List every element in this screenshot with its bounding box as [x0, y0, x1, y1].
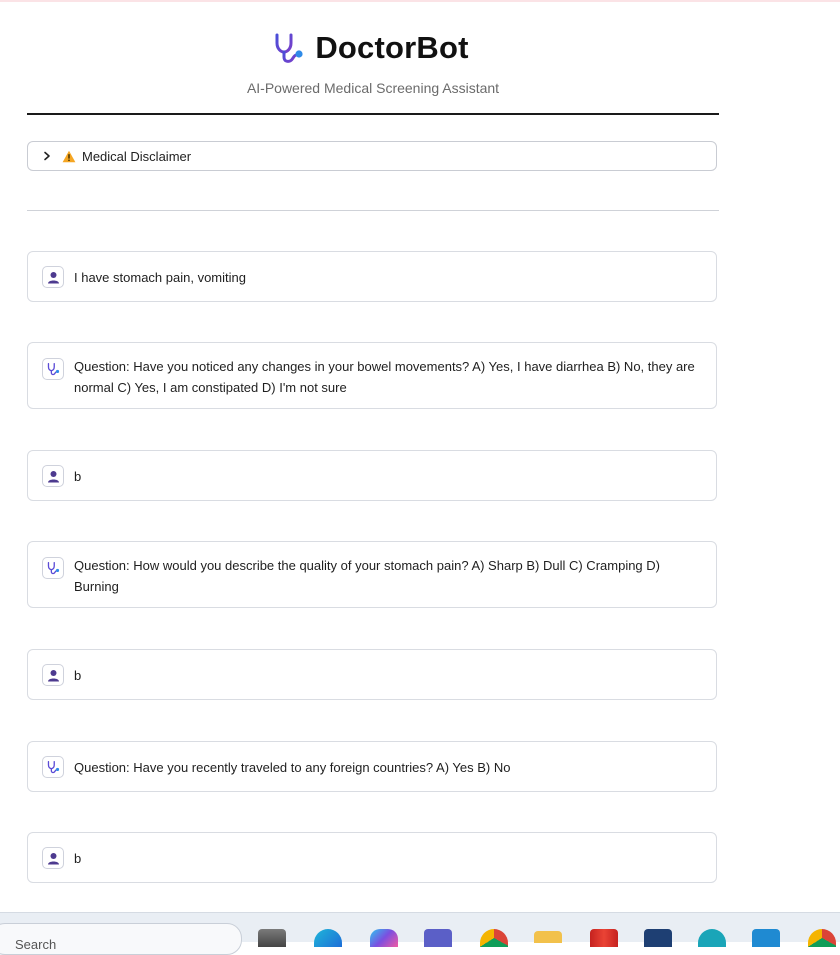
vpn-icon[interactable]: [698, 929, 726, 947]
chat-message-assistant: Question: Have you recently traveled to …: [27, 741, 717, 792]
chrome-profile-icon[interactable]: [808, 929, 836, 947]
app-title: DoctorBot: [315, 30, 469, 65]
chat-message-assistant: Question: How would you describe the qua…: [27, 541, 717, 608]
file-explorer-icon[interactable]: [534, 931, 562, 943]
assistant-avatar: [42, 358, 64, 380]
store-icon[interactable]: [644, 929, 672, 947]
user-avatar: [42, 664, 64, 686]
message-text: I have stomach pain, vomiting: [74, 270, 246, 285]
message-text: b: [74, 469, 82, 484]
user-avatar: [42, 847, 64, 869]
app-subtitle: AI-Powered Medical Screening Assistant: [246, 80, 500, 96]
chat-message-assistant: Question: Have you noticed any changes i…: [27, 342, 717, 409]
edge-icon[interactable]: [314, 929, 342, 947]
chat-message-user: b: [27, 450, 717, 501]
user-icon: [47, 271, 59, 283]
stethoscope-icon: [275, 33, 303, 63]
user-icon: [47, 852, 59, 864]
taskbar-search-box[interactable]: Search: [0, 923, 242, 955]
stethoscope-icon: [47, 760, 60, 774]
warning-icon: [62, 150, 76, 162]
os-taskbar: Search: [0, 912, 840, 955]
chat-message-user: b: [27, 649, 717, 700]
message-text: Question: How would you describe the qua…: [74, 558, 660, 594]
medical-disclaimer-expander[interactable]: Medical Disclaimer: [27, 141, 717, 171]
user-avatar: [42, 266, 64, 288]
chat-message-user: b: [27, 832, 717, 883]
user-icon: [47, 470, 59, 482]
disclaimer-label: Medical Disclaimer: [82, 148, 192, 164]
chevron-right-icon: [44, 151, 50, 161]
message-text: b: [74, 668, 82, 683]
chat-message-user: I have stomach pain, vomiting: [27, 251, 717, 302]
taskbar-search-text: Search: [15, 937, 57, 952]
browser-top-strip: [0, 0, 840, 2]
user-icon: [47, 669, 59, 681]
stethoscope-icon: [47, 362, 60, 376]
section-divider: [27, 210, 719, 211]
assistant-avatar: [42, 756, 64, 778]
copilot-icon[interactable]: [370, 929, 398, 947]
task-view-icon[interactable]: [258, 929, 286, 947]
vscode-icon[interactable]: [752, 929, 780, 947]
header-divider: [27, 113, 719, 115]
gmail-icon[interactable]: [590, 929, 618, 947]
chrome-icon[interactable]: [480, 929, 508, 947]
message-text: Question: Have you recently traveled to …: [74, 760, 511, 775]
teams-icon[interactable]: [424, 929, 452, 947]
user-avatar: [42, 465, 64, 487]
app-header: DoctorBot: [27, 28, 719, 68]
assistant-avatar: [42, 557, 64, 579]
message-text: b: [74, 851, 82, 866]
message-text: Question: Have you noticed any changes i…: [74, 359, 695, 395]
stethoscope-icon: [47, 561, 60, 575]
